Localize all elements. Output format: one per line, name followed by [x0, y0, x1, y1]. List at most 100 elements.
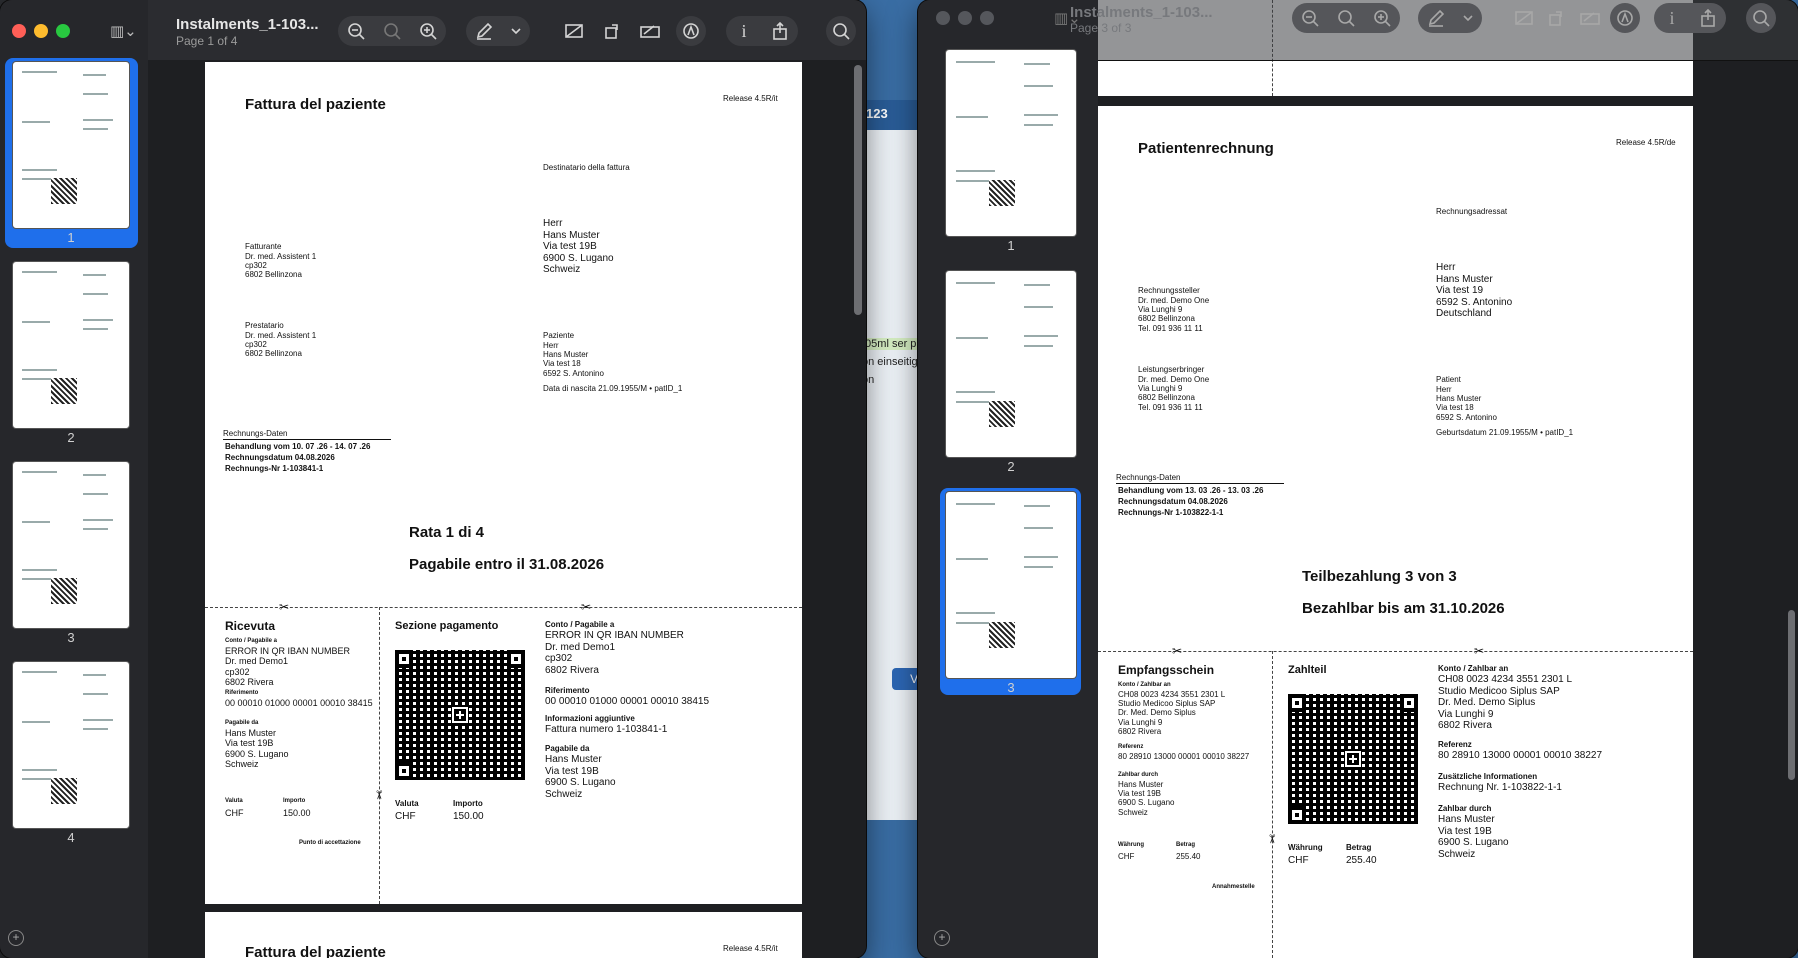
payment-amount: 150.00	[453, 811, 484, 822]
add-page-icon[interactable]: +	[934, 930, 950, 946]
markup-circle-icon[interactable]	[676, 16, 706, 46]
invoice-page: Fattura del paziente Release 4.5R/it Des…	[205, 62, 802, 904]
rotate-icon[interactable]	[1538, 3, 1574, 33]
zoom-in-icon[interactable]	[1364, 3, 1400, 33]
invoice-page: Patientenrechnung Release 4.5R/de Rechnu…	[1098, 106, 1693, 958]
invoice-data-label: Rechnungs-Daten	[1116, 473, 1181, 482]
payment-amount-label: Importo	[453, 799, 483, 808]
toolbar: Instalments_1-103... Page 1 of 4 i	[148, 0, 866, 61]
invoice-data-label: Rechnungs-Daten	[223, 429, 288, 438]
payable-date: Pagabile entro il 31.08.2026	[409, 556, 605, 573]
patient-label: Paziente	[543, 331, 575, 340]
document-view[interactable]: Patientenrechnung Release 4.5R/de Rechnu…	[1098, 0, 1798, 958]
add-page-icon[interactable]: +	[8, 930, 24, 946]
actual-size-icon[interactable]	[374, 16, 410, 46]
address-line: Via test 19B	[1438, 825, 1492, 837]
minimize-window-button[interactable]	[958, 11, 972, 25]
pen-icon[interactable]	[1418, 3, 1454, 33]
address-line: Herr	[1436, 385, 1452, 394]
biller-address: Dr. med. Assistent 1 cp302 6802 Bellinzona	[245, 252, 316, 280]
address-line: Dr. med. Assistent 1	[245, 331, 317, 340]
zoom-window-button[interactable]	[56, 24, 70, 38]
address-line: Via test 19B	[543, 241, 597, 252]
payment-reference-label: Riferimento	[545, 686, 590, 695]
page-thumbnail[interactable]	[13, 662, 129, 828]
share-icon[interactable]	[1690, 3, 1726, 33]
payment-account-label: Conto / Pagabile a	[545, 620, 615, 629]
additional-info: Rechnung Nr. 1-103822-1-1	[1438, 782, 1562, 793]
page-thumbnail[interactable]	[946, 492, 1076, 678]
zoom-out-icon[interactable]	[338, 16, 374, 46]
chevron-down-icon[interactable]	[502, 16, 530, 46]
preview-window-1: ▥⌄ 1 2 3 4 Instalments_1-103... Page 1 of 4…	[0, 0, 866, 958]
payment-currency-label: Währung	[1288, 843, 1323, 852]
chevron-down-icon[interactable]	[1454, 3, 1482, 33]
payment-reference: 00 00010 01000 00001 00010 38415	[545, 696, 710, 707]
address-line: Dr. med. Demo One	[1138, 375, 1210, 384]
sidebar-toggle-icon[interactable]: ▥⌄	[110, 22, 137, 40]
recipient-label: Destinatario della fattura	[543, 163, 630, 172]
invoice-data-row: Rechnungsdatum 04.08.2026	[1118, 497, 1228, 507]
receipt-title: Ricevuta	[225, 619, 276, 633]
page-thumbnail[interactable]	[13, 462, 129, 628]
address-line: Dr. Med. Demo Siplus	[1438, 697, 1536, 708]
address-line: Via test 19	[1436, 285, 1484, 296]
zoom-in-icon[interactable]	[410, 16, 446, 46]
minimize-window-button[interactable]	[34, 24, 48, 38]
document-title: Instalments_1-103...	[176, 16, 319, 33]
markup-circle-icon[interactable]	[1610, 3, 1640, 33]
receipt-reference-label: Riferimento	[225, 690, 259, 696]
qr-code	[1288, 694, 1418, 824]
divider	[223, 439, 391, 440]
address-line: 6900 S. Lugano	[1118, 798, 1175, 808]
info-icon[interactable]: i	[726, 16, 762, 46]
address-line: Studio Medicoo Siplus SAP	[1118, 699, 1216, 709]
release-label: Release 4.5R/it	[723, 94, 778, 103]
address-line: 6802 Bellinzona	[245, 349, 302, 359]
address-line: Hans Muster	[543, 350, 589, 360]
search-icon[interactable]	[1746, 3, 1776, 33]
address-line: Hans Muster	[545, 754, 602, 765]
actual-size-icon[interactable]	[1328, 3, 1364, 33]
release-label: Release 4.5R/it	[723, 944, 778, 953]
vertical-scrollbar[interactable]	[854, 65, 862, 315]
crop-image-icon[interactable]	[1506, 3, 1542, 33]
search-group	[826, 16, 856, 46]
close-window-button[interactable]	[936, 11, 950, 25]
address-line: Hans Muster	[543, 229, 600, 241]
receipt-amount-label: Importo	[283, 798, 306, 804]
zoom-group	[1292, 3, 1400, 33]
crop-image-icon[interactable]	[556, 16, 592, 46]
invoice-data-row: Rechnungs-Nr 1-103822-1-1	[1118, 508, 1224, 518]
search-icon[interactable]	[826, 16, 856, 46]
qr-code	[395, 650, 525, 780]
page-thumbnail[interactable]	[13, 262, 129, 428]
page-thumbnail[interactable]	[946, 50, 1076, 236]
address-line: 6802 Rivera	[1118, 726, 1162, 736]
receipt-amount-label: Betrag	[1176, 842, 1196, 848]
page-thumbnail[interactable]	[946, 271, 1076, 457]
address-line: 6802 Rivera	[225, 677, 274, 688]
signature-icon[interactable]	[632, 16, 668, 46]
rotate-icon[interactable]	[594, 16, 630, 46]
page-thumbnail[interactable]	[13, 62, 129, 228]
markup-group	[1418, 3, 1482, 33]
cut-line	[1272, 651, 1273, 958]
thumbnail-sidebar: ▥⌄ 1 2 3 4	[0, 0, 149, 958]
patient-label: Patient	[1436, 375, 1461, 384]
zoom-window-button[interactable]	[980, 11, 994, 25]
vertical-scrollbar[interactable]	[1788, 610, 1795, 780]
address-line: Herr	[543, 341, 559, 350]
zoom-out-icon[interactable]	[1292, 3, 1328, 33]
info-icon[interactable]: i	[1654, 3, 1690, 33]
invoice-heading: Patientenrechnung	[1138, 140, 1274, 157]
page-indicator: Page 1 of 4	[176, 34, 238, 48]
share-icon[interactable]	[762, 16, 798, 46]
pen-icon[interactable]	[466, 16, 502, 46]
signature-icon[interactable]	[1572, 3, 1608, 33]
close-window-button[interactable]	[12, 24, 26, 38]
thumbnail-page-number: 1	[1007, 238, 1015, 253]
document-view[interactable]: Fattura del paziente Release 4.5R/it Des…	[148, 60, 866, 958]
release-label: Release 4.5R/de	[1616, 138, 1676, 147]
address-line: Deutschland	[1436, 308, 1492, 319]
